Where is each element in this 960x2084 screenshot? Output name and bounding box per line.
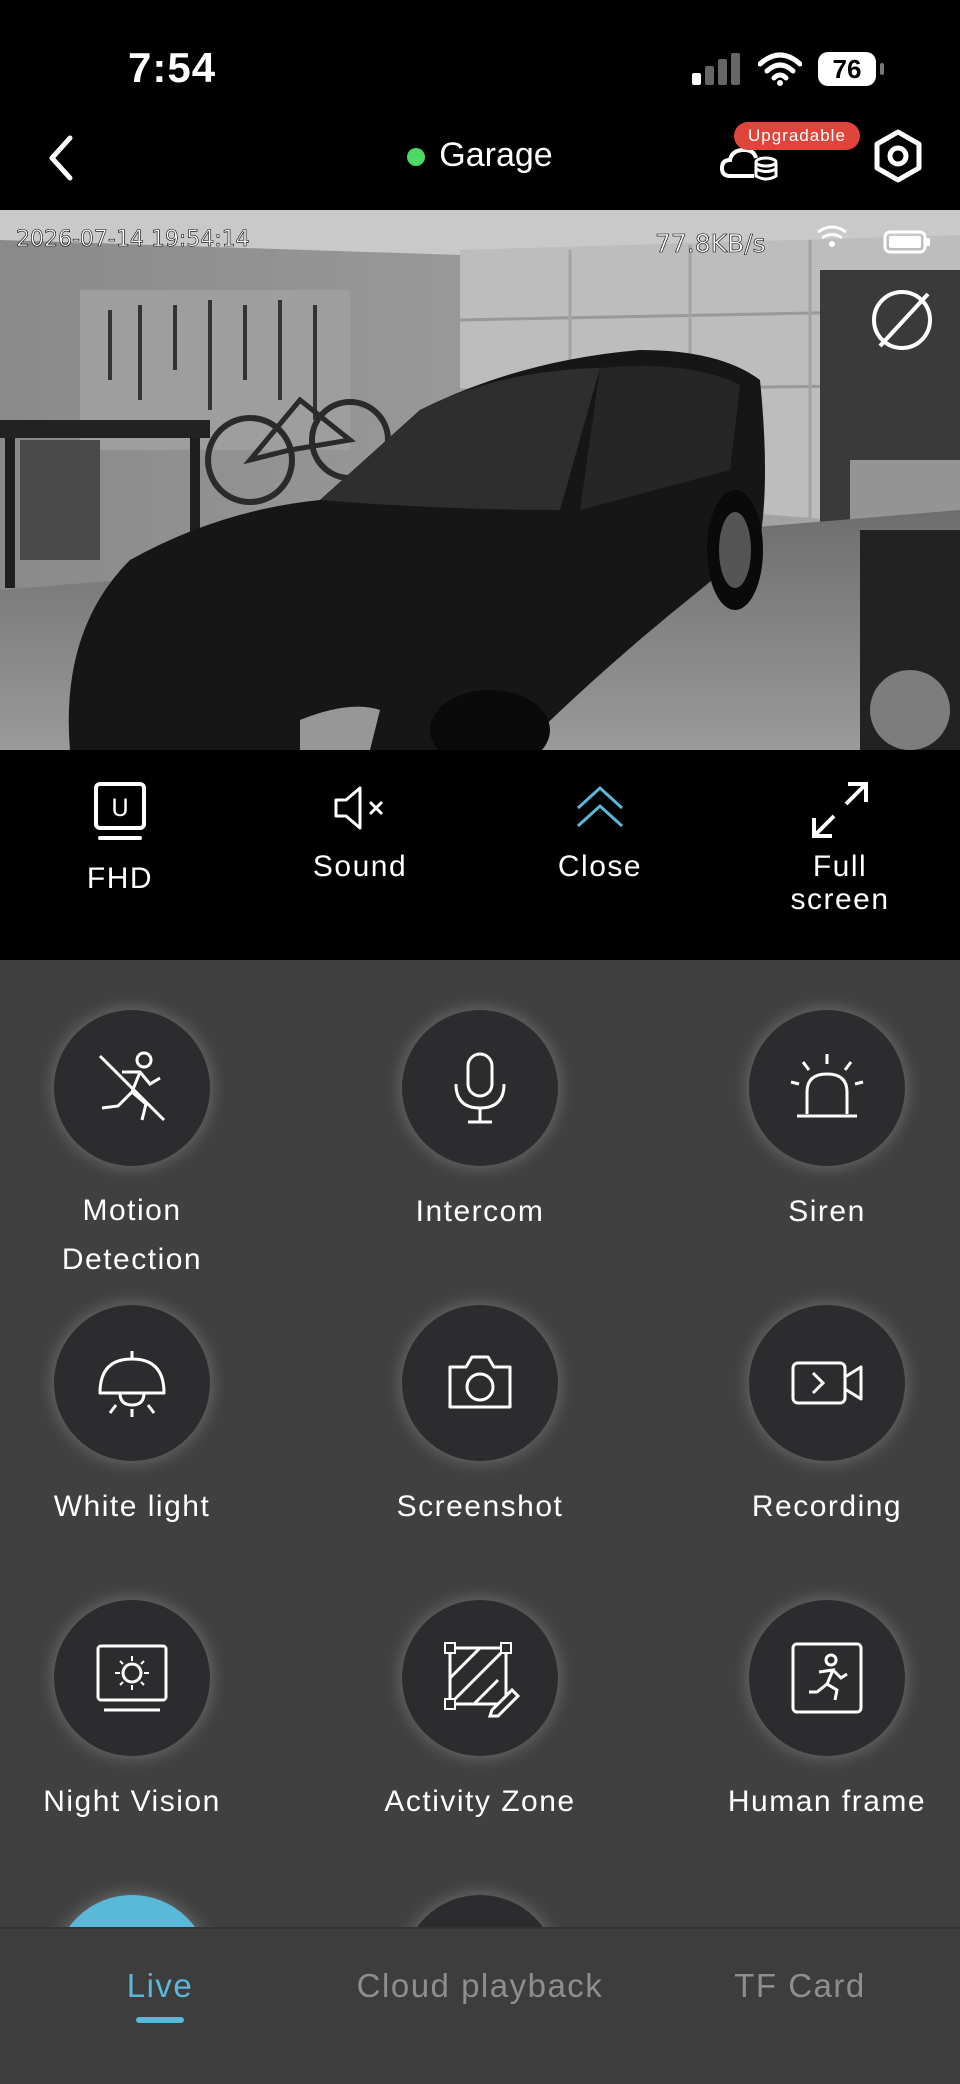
- motion-detection-label: Motion Detection: [61, 1194, 203, 1276]
- settings-hex-icon[interactable]: [868, 126, 928, 186]
- sound-label: Sound: [312, 850, 408, 883]
- close-panel-button[interactable]: Close: [480, 780, 720, 883]
- tab-cloud-playback-label: Cloud playback: [356, 1967, 604, 2004]
- status-icons: 76: [692, 52, 884, 86]
- upgradable-badge: Upgradable: [734, 122, 860, 150]
- camera-scene: 2026-07-14 19:54:14 77.8KB/s: [0, 210, 960, 750]
- activity-zone-button[interactable]: Activity Zone: [330, 1600, 630, 1826]
- tab-active-indicator: [136, 2017, 184, 2023]
- siren-icon: [790, 1054, 864, 1118]
- app-header: Garage Upgradable: [0, 120, 960, 210]
- battery-indicator: 76: [818, 52, 884, 86]
- activity-zone-label: Activity Zone: [384, 1785, 576, 1818]
- live-video-feed[interactable]: 2026-07-14 19:54:14 77.8KB/s: [0, 210, 960, 750]
- wifi-icon: [758, 52, 802, 86]
- night-vision-button[interactable]: Night Vision: [0, 1600, 282, 1826]
- camera-icon: [448, 1355, 512, 1409]
- night-vision-label: Night Vision: [43, 1785, 221, 1818]
- status-bar: 7:54 76: [0, 0, 960, 120]
- status-time: 7:54: [128, 44, 217, 91]
- human-frame-label: Human frame: [727, 1785, 927, 1818]
- extra-feature-button-2[interactable]: [330, 1895, 630, 1930]
- fhd-label: FHD: [86, 862, 154, 895]
- expand-icon: [812, 782, 868, 838]
- intercom-label: Intercom: [415, 1195, 545, 1228]
- resolution-fhd-button[interactable]: U FHD: [0, 780, 240, 895]
- intercom-button[interactable]: Intercom: [330, 1010, 630, 1236]
- tab-live[interactable]: Live: [100, 1967, 220, 2023]
- fullscreen-button[interactable]: Full screen: [720, 780, 960, 916]
- human-frame-button[interactable]: Human frame: [677, 1600, 960, 1826]
- device-name: Garage: [439, 136, 553, 174]
- sound-toggle-button[interactable]: Sound: [240, 780, 480, 883]
- signal-icon: [692, 53, 740, 85]
- activity-zone-icon: [444, 1642, 520, 1718]
- cloud-upgrade-button[interactable]: Upgradable: [720, 120, 870, 190]
- recording-button[interactable]: Recording: [677, 1305, 960, 1531]
- video-control-bar: U FHD Sound Close Full screen: [0, 750, 960, 960]
- microphone-icon: [454, 1052, 506, 1124]
- white-light-button[interactable]: White light: [0, 1305, 282, 1531]
- speaker-muted-icon: [334, 786, 384, 830]
- screenshot-label: Screenshot: [396, 1490, 564, 1523]
- screenshot-button[interactable]: Screenshot: [330, 1305, 630, 1531]
- tab-tf-card[interactable]: TF Card: [700, 1967, 900, 2005]
- motion-detection-icon: [98, 1051, 166, 1122]
- extra-feature-button-1[interactable]: [0, 1895, 282, 1930]
- double-chevron-up-icon: [576, 785, 624, 828]
- motion-detection-button[interactable]: Motion Detection: [0, 1010, 282, 1284]
- hd-box-icon: U: [94, 782, 146, 840]
- video-record-icon: [791, 1361, 863, 1405]
- siren-label: Siren: [788, 1195, 866, 1228]
- video-bitrate: 77.8KB/s: [655, 229, 766, 258]
- human-frame-icon: [791, 1642, 863, 1714]
- video-timestamp: 2026-07-14 19:54:14: [16, 227, 250, 252]
- night-vision-icon: [96, 1644, 168, 1712]
- svg-text:U: U: [111, 794, 129, 822]
- tab-live-label: Live: [126, 1967, 194, 2004]
- white-light-label: White light: [53, 1490, 211, 1523]
- feature-grid: Motion Detection Intercom Siren White li…: [0, 960, 960, 1930]
- fullscreen-label: Full screen: [790, 850, 890, 916]
- close-label: Close: [557, 850, 643, 883]
- recording-label: Recording: [751, 1490, 903, 1523]
- siren-button[interactable]: Siren: [677, 1010, 960, 1236]
- bottom-tab-bar: Live Cloud playback TF Card: [0, 1927, 960, 2084]
- lamp-icon: [98, 1351, 166, 1417]
- tab-tf-card-label: TF Card: [734, 1967, 866, 2004]
- online-status-dot: [407, 148, 426, 167]
- tab-cloud-playback[interactable]: Cloud playback: [320, 1967, 640, 2005]
